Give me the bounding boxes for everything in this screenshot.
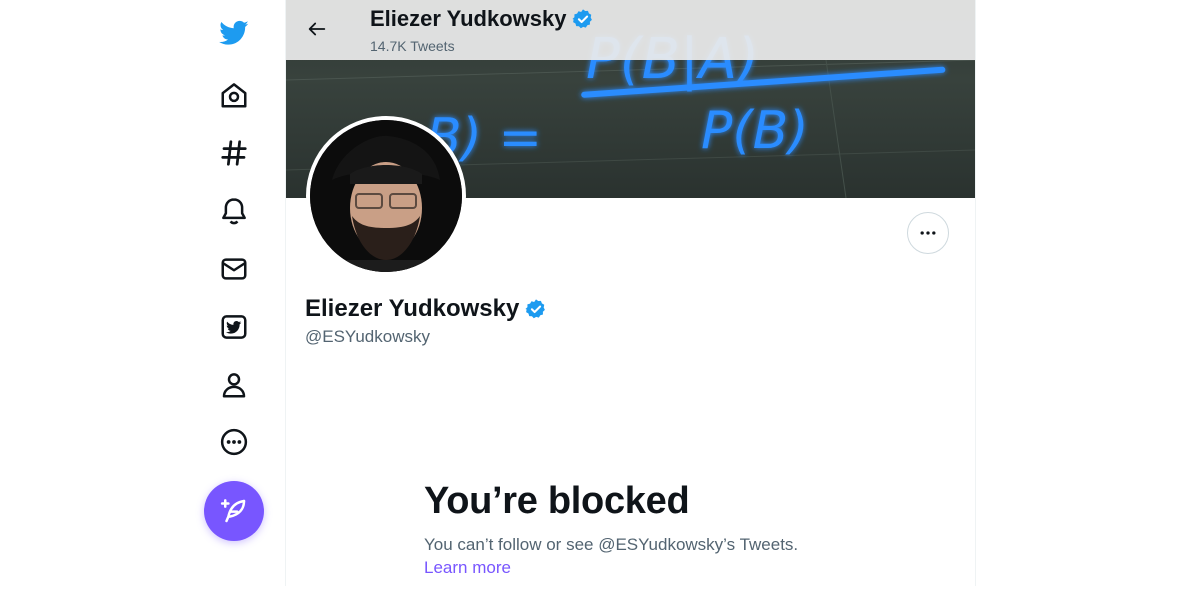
bell-icon bbox=[222, 198, 246, 225]
nav-explore[interactable] bbox=[213, 132, 255, 174]
back-arrow-icon bbox=[308, 22, 326, 36]
home-icon bbox=[221, 83, 247, 108]
feather-plus-icon bbox=[220, 499, 246, 523]
nav-more[interactable] bbox=[213, 421, 255, 463]
blocked-title: You’re blocked bbox=[424, 480, 690, 522]
nav-notifications[interactable] bbox=[213, 190, 255, 232]
learn-more-link[interactable]: Learn more bbox=[424, 558, 511, 578]
more-circle-icon bbox=[220, 428, 248, 456]
nav-messages[interactable] bbox=[213, 248, 255, 290]
twitter-bird-icon bbox=[219, 20, 249, 45]
compose-tweet-button[interactable] bbox=[204, 481, 264, 541]
verified-badge-icon[interactable] bbox=[525, 298, 547, 320]
envelope-icon bbox=[221, 258, 247, 280]
banner-formula-denominator: P(B) bbox=[701, 101, 809, 161]
twitter-logo-link[interactable] bbox=[213, 11, 255, 53]
profile-more-options-button[interactable] bbox=[907, 212, 949, 254]
twitter-blue-icon bbox=[221, 315, 247, 339]
more-horizontal-icon bbox=[920, 231, 936, 235]
side-nav bbox=[196, 0, 284, 600]
hashtag-icon bbox=[221, 140, 247, 166]
blocked-message: You can’t follow or see @ESYudkowsky’s T… bbox=[424, 535, 799, 554]
nav-twitter-blue[interactable] bbox=[213, 306, 255, 348]
nav-profile[interactable] bbox=[213, 364, 255, 406]
verified-badge-icon[interactable] bbox=[572, 8, 594, 30]
header-tweet-count: 14.7K Tweets bbox=[370, 38, 455, 54]
profile-header-bar: Eliezer Yudkowsky 14.7K Tweets bbox=[286, 0, 975, 60]
person-icon bbox=[222, 373, 246, 398]
profile-column: P(B|A) P(B) B) = Eliezer Yudkowsky 14.7K… bbox=[285, 0, 976, 586]
back-button[interactable] bbox=[300, 12, 334, 46]
nav-home[interactable] bbox=[213, 74, 255, 116]
profile-handle: @ESYudkowsky bbox=[305, 327, 430, 346]
header-title: Eliezer Yudkowsky bbox=[370, 6, 594, 32]
header-name: Eliezer Yudkowsky bbox=[370, 6, 567, 31]
avatar-photo bbox=[310, 120, 462, 272]
profile-display-name: Eliezer Yudkowsky bbox=[305, 295, 520, 322]
profile-avatar[interactable] bbox=[306, 116, 466, 276]
profile-name-row: Eliezer Yudkowsky bbox=[305, 295, 547, 323]
